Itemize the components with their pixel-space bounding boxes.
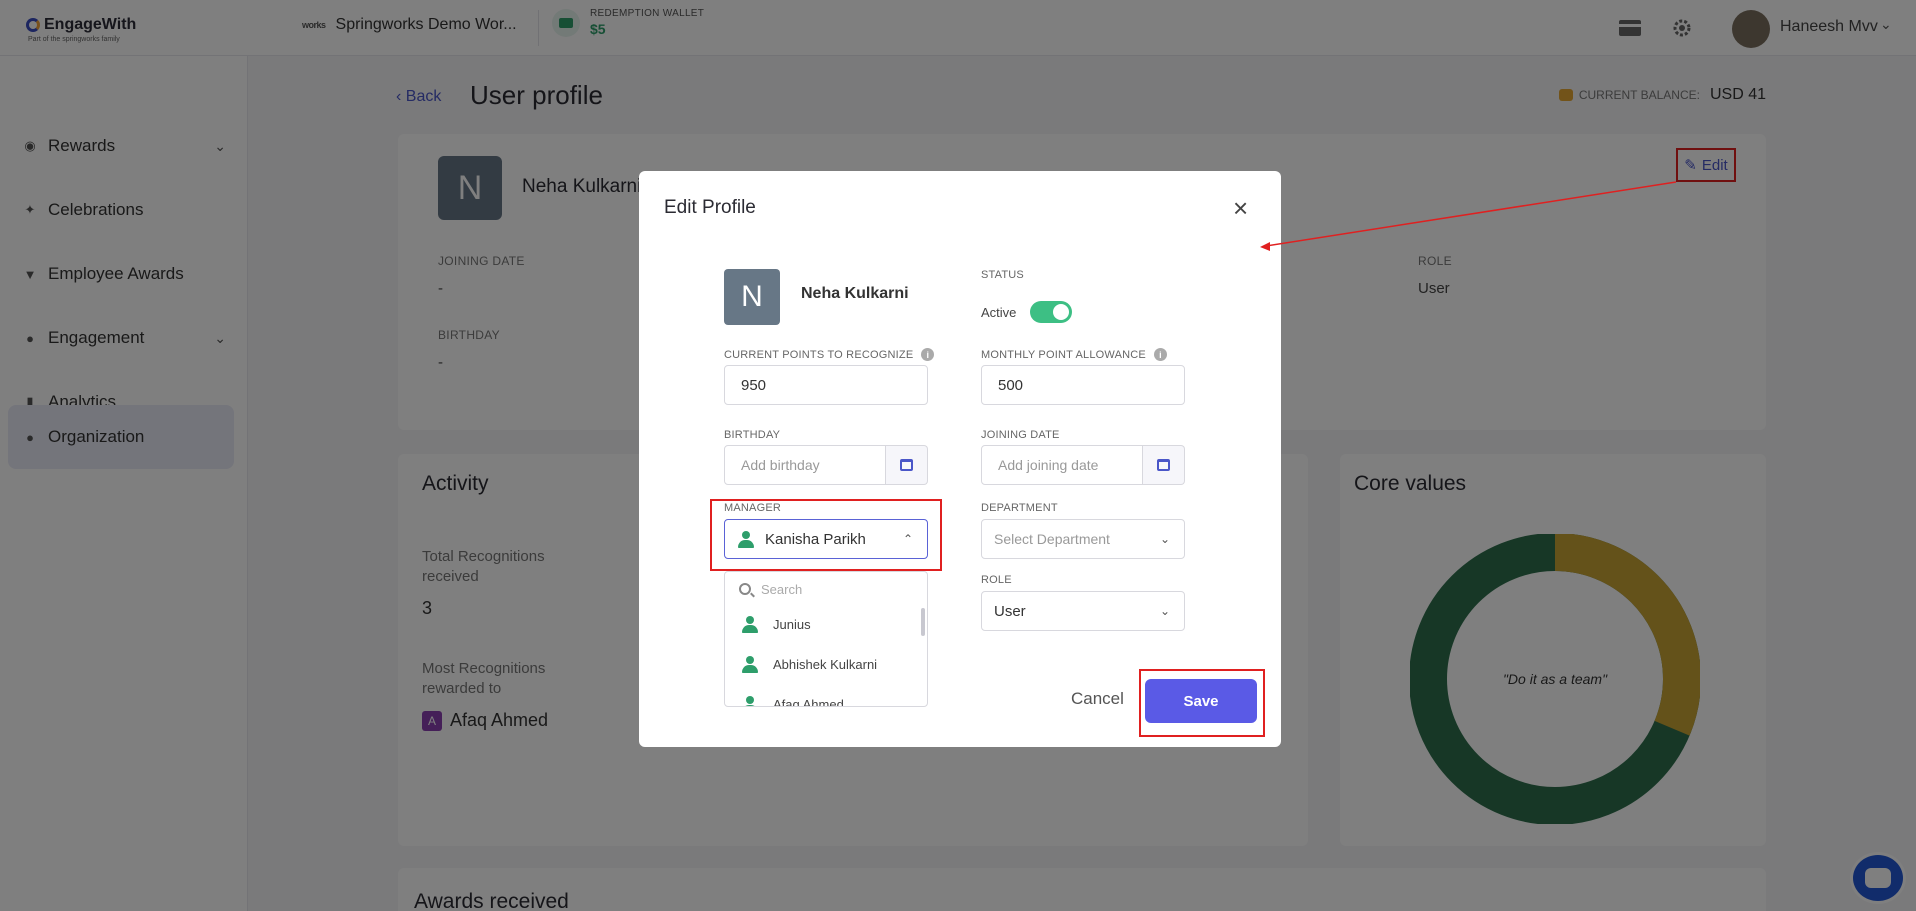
dropdown-scrollbar[interactable]: [921, 608, 925, 636]
department-select[interactable]: Select Department ⌄: [981, 519, 1185, 559]
status-label: STATUS: [981, 269, 1024, 281]
chevron-up-icon: ⌃: [902, 532, 913, 546]
person-icon: [741, 615, 759, 633]
monthly-allowance-label-text: MONTHLY POINT ALLOWANCE: [981, 348, 1146, 361]
calendar-icon[interactable]: [886, 445, 928, 485]
chevron-down-icon: ⌄: [1159, 532, 1170, 546]
person-icon: [741, 655, 759, 673]
calendar-icon[interactable]: [1143, 445, 1185, 485]
current-points-input[interactable]: 950: [724, 365, 928, 405]
manager-dropdown: Search Junius Abhishek Kulkarni Afaq Ahm…: [724, 571, 928, 707]
search-placeholder: Search: [761, 581, 803, 597]
cancel-button[interactable]: Cancel: [1071, 689, 1124, 709]
manager-select[interactable]: Kanisha Parikh ⌃: [724, 519, 928, 559]
birthday-label: BIRTHDAY: [724, 429, 781, 441]
monthly-allowance-input[interactable]: 500: [981, 365, 1185, 405]
save-button[interactable]: Save: [1145, 679, 1257, 723]
birthday-input[interactable]: Add birthday: [724, 445, 886, 485]
manager-value: Kanisha Parikh: [765, 530, 866, 548]
joining-date-input[interactable]: Add joining date: [981, 445, 1143, 485]
dropdown-option[interactable]: Junius: [725, 608, 927, 640]
department-label: DEPARTMENT: [981, 502, 1058, 514]
dropdown-option[interactable]: Abhishek Kulkarni: [725, 648, 927, 680]
modal-title: Edit Profile: [664, 197, 756, 218]
role-select[interactable]: User ⌄: [981, 591, 1185, 631]
current-points-label-text: CURRENT POINTS TO RECOGNIZE: [724, 348, 914, 361]
current-points-label: CURRENT POINTS TO RECOGNIZE i: [724, 348, 935, 361]
option-label: Afaq Ahmed: [773, 696, 844, 707]
chevron-down-icon: ⌄: [1159, 604, 1170, 618]
modal-avatar: N: [724, 269, 780, 325]
joining-date-label: JOINING DATE: [981, 429, 1060, 441]
monthly-allowance-label: MONTHLY POINT ALLOWANCE i: [981, 348, 1167, 361]
department-placeholder: Select Department: [994, 531, 1110, 547]
status-toggle[interactable]: [1030, 301, 1073, 323]
close-icon[interactable]: ×: [1233, 195, 1248, 221]
edit-profile-modal: Edit Profile × N Neha Kulkarni STATUS Ac…: [639, 171, 1281, 747]
status-value: Active: [981, 304, 1017, 320]
status-control: Active: [981, 301, 1073, 323]
manager-label: MANAGER: [724, 502, 782, 514]
option-label: Abhishek Kulkarni: [773, 656, 878, 672]
person-icon: [737, 530, 755, 548]
role-value: User: [994, 602, 1026, 620]
dropdown-search[interactable]: Search: [725, 572, 927, 606]
info-icon[interactable]: i: [1153, 348, 1167, 361]
modal-user-name: Neha Kulkarni: [801, 285, 909, 302]
dropdown-option[interactable]: Afaq Ahmed: [725, 688, 927, 707]
option-label: Junius: [773, 616, 811, 632]
role-label: ROLE: [981, 574, 1012, 586]
person-icon: [741, 695, 759, 706]
search-icon: [739, 583, 751, 595]
info-icon[interactable]: i: [921, 348, 935, 361]
